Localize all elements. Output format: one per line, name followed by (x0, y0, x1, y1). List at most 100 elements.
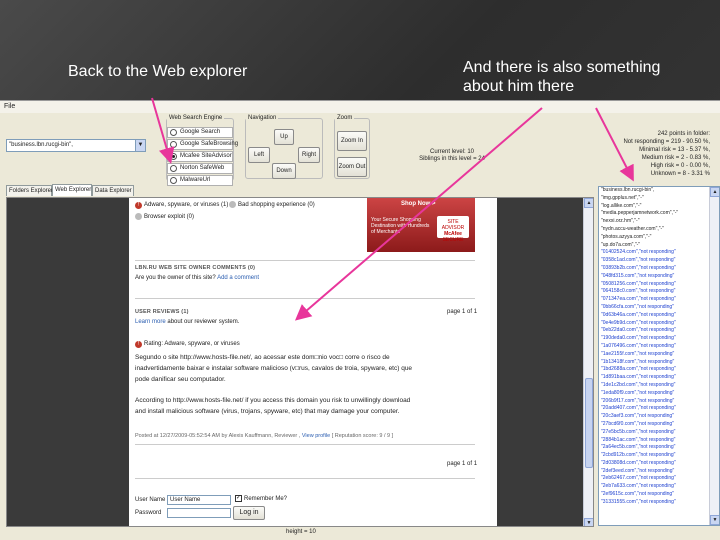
username-input[interactable]: User Name (167, 495, 231, 505)
list-item[interactable]: "064158c0.com","not responding" (599, 288, 719, 296)
zoom-in-button[interactable]: Zoom In (337, 131, 367, 151)
remember-row: ✓ Remember Me? (235, 495, 287, 503)
list-item[interactable]: "190deda0.com","not responding" (599, 335, 719, 343)
browser-scrollbar[interactable]: ▲ ▼ (583, 198, 593, 526)
scroll-down-icon[interactable]: ▼ (710, 515, 719, 525)
zoom-group: Zoom Zoom In Zoom Out (334, 115, 370, 179)
list-item[interactable]: "03893b2b.com","not responding" (599, 265, 719, 273)
list-item[interactable]: "0358c1ad.com","not responding" (599, 257, 719, 265)
list-item[interactable]: "0e4e9b9d.com","not responding" (599, 320, 719, 328)
nav-right-button[interactable]: Right (298, 147, 320, 163)
scroll-up-icon[interactable]: ▲ (710, 187, 719, 197)
list-item[interactable]: "1bd2688a.com","not responding" (599, 366, 719, 374)
list-item[interactable]: "1de1c2bd.com","not responding" (599, 382, 719, 390)
list-item[interactable]: "1a076496.com","not responding" (599, 343, 719, 351)
list-item[interactable]: "0bb66cfa.com","not responding" (599, 304, 719, 312)
view-profile-link[interactable]: View profile (302, 433, 330, 439)
user-reviews-heading: USER REVIEWS (1) (135, 309, 189, 315)
nav-down-button[interactable]: Down (272, 163, 296, 179)
remember-checkbox[interactable]: ✓ (235, 495, 242, 502)
chevron-down-icon[interactable]: ▼ (135, 140, 145, 151)
list-item[interactable]: "2884b1ac.com","not responding" (599, 437, 719, 445)
radio-icon (170, 165, 177, 172)
radio-label: Google Search (180, 129, 221, 135)
list-item[interactable]: "206b9f17.com","not responding" (599, 398, 719, 406)
list-item[interactable]: "071347ea.com","not responding" (599, 296, 719, 304)
list-item[interactable]: "0eb22da0.com","not responding" (599, 327, 719, 335)
list-item[interactable]: "business.lbn.rucgi-bin", (599, 187, 719, 195)
list-item[interactable]: "log.allike.com","-" (599, 203, 719, 211)
list-item[interactable]: "2d03808d.com","not responding" (599, 460, 719, 468)
add-comment-link[interactable]: Add a comment (217, 275, 259, 281)
list-item[interactable]: "img.gpplus.net","-" (599, 195, 719, 203)
list-item[interactable]: "01402524.com","not responding" (599, 249, 719, 257)
nav-up-button[interactable]: Up (274, 129, 294, 145)
reputation-text: [ Reputation score: 9 / 9 ] (331, 433, 394, 439)
list-item[interactable]: "27e5bc5b.com","not responding" (599, 429, 719, 437)
tab-data-explorer[interactable]: Data Explorer (92, 185, 134, 196)
page-indicator: page 1 of 1 (447, 309, 478, 315)
adware-row: ! Adware, spyware, or viruses (1) (135, 201, 228, 209)
callout-back-to-web-explorer: Back to the Web explorer (68, 63, 248, 80)
radio-norton-safeweb[interactable]: Norton SafeWeb (167, 163, 233, 174)
list-item[interactable]: "1ae2155f.com","not responding" (599, 351, 719, 359)
list-item[interactable]: "31331555.com","not responding" (599, 499, 719, 507)
review-en-line: and install malicious software (virus, t… (135, 408, 400, 415)
site-advisor-page[interactable]: Shop Now > Your Secure Shopping Destinat… (129, 198, 497, 526)
list-item[interactable]: "048fd315.com","not responding" (599, 273, 719, 281)
browser-exploit-row: Browser exploit (0) (135, 213, 194, 221)
owner-question-row: Are you the owner of this site? Add a co… (135, 274, 259, 282)
list-item[interactable]: "05081256.com","not responding" (599, 281, 719, 289)
list-item[interactable]: "20c3aef3.com","not responding" (599, 413, 719, 421)
scroll-up-icon[interactable]: ▲ (584, 198, 593, 208)
bad-shopping-row: Bad shopping experience (0) (229, 201, 315, 209)
password-input[interactable] (167, 508, 231, 518)
list-item[interactable]: "1d891baa.com","not responding" (599, 374, 719, 382)
login-button[interactable]: Log in (233, 506, 265, 520)
list-item[interactable]: "2cbd912b.com","not responding" (599, 452, 719, 460)
list-item[interactable]: "up.do7a.com","-" (599, 242, 719, 250)
learn-more-link[interactable]: Learn more (135, 319, 166, 325)
zoom-out-button[interactable]: Zoom Out (337, 157, 367, 177)
posted-row: Posted at 12/27/2009-05:52:54 AM by Alex… (135, 432, 393, 440)
radio-google-safebrowsing[interactable]: Google SafeBrowsing (167, 139, 238, 150)
list-item[interactable]: "photos.azyya.com","-" (599, 234, 719, 242)
radio-label: MalwareUrl (180, 177, 211, 183)
list-item[interactable]: "2eb7a633.com","not responding" (599, 483, 719, 491)
radio-label: Norton SafeWeb (180, 165, 225, 171)
rating-text: Rating: Adware, spyware, or viruses (144, 341, 240, 347)
list-item[interactable]: "2eb62467.com","not responding" (599, 475, 719, 483)
list-item[interactable]: "1b13418f.com","not responding" (599, 359, 719, 367)
radio-mcafee-siteadvisor[interactable]: Mcafee SiteAdvisor (167, 151, 233, 162)
list-item[interactable]: "2ef9615c.com","not responding" (599, 491, 719, 499)
logo-top-text: SITE ADVISOR (441, 219, 465, 231)
mcafee-ad-banner[interactable]: Shop Now > Your Secure Shopping Destinat… (367, 198, 475, 252)
list-item[interactable]: "20add407.com","not responding" (599, 405, 719, 413)
tab-folders-explorer[interactable]: Folders Explorer (6, 185, 53, 196)
list-item[interactable]: "2a64ec5b.com","not responding" (599, 444, 719, 452)
list-item[interactable]: "27bcd6f0.com","not responding" (599, 421, 719, 429)
scroll-thumb[interactable] (585, 378, 593, 468)
tab-web-explorer[interactable]: Web Explorer (52, 184, 92, 196)
url-combobox[interactable]: "business.lbn.rucgi-bin", ▼ (6, 139, 146, 152)
list-item[interactable]: "2def3eed.com","not responding" (599, 468, 719, 476)
list-item[interactable]: "1eda80f9.com","not responding" (599, 390, 719, 398)
page-indicator-bottom: page 1 of 1 (447, 461, 478, 467)
scroll-down-icon[interactable]: ▼ (584, 518, 593, 526)
radio-malwareurl[interactable]: MalwareUrl (167, 175, 233, 186)
navigation-legend: Navigation (248, 115, 277, 121)
radio-google-search[interactable]: Google Search (167, 127, 233, 138)
list-scrollbar[interactable]: ▲ ▼ (709, 187, 719, 525)
bad-shopping-text: Bad shopping experience (0) (238, 202, 315, 209)
list-item[interactable]: "media.pepperjamnetwork.com","-" (599, 210, 719, 218)
review-pt-line: Segundo o site http://www.hosts-file.net… (135, 354, 390, 361)
list-item[interactable]: "0d63b46a.com","not responding" (599, 312, 719, 320)
radio-label: Google SafeBrowsing (180, 141, 239, 147)
posted-text: Posted at 12/27/2009-05:52:54 AM by Alex… (135, 433, 301, 439)
domain-list[interactable]: "business.lbn.rucgi-bin", "img.gpplus.net… (598, 186, 720, 526)
stats-line: Minimal risk = 13 - 5.37 %, (639, 147, 710, 153)
menu-file[interactable]: File (4, 103, 15, 110)
nav-left-button[interactable]: Left (248, 147, 270, 163)
list-item[interactable]: "nydn.accu-weather.com","-" (599, 226, 719, 234)
list-item[interactable]: "nexxi.orz.hm","-" (599, 218, 719, 226)
